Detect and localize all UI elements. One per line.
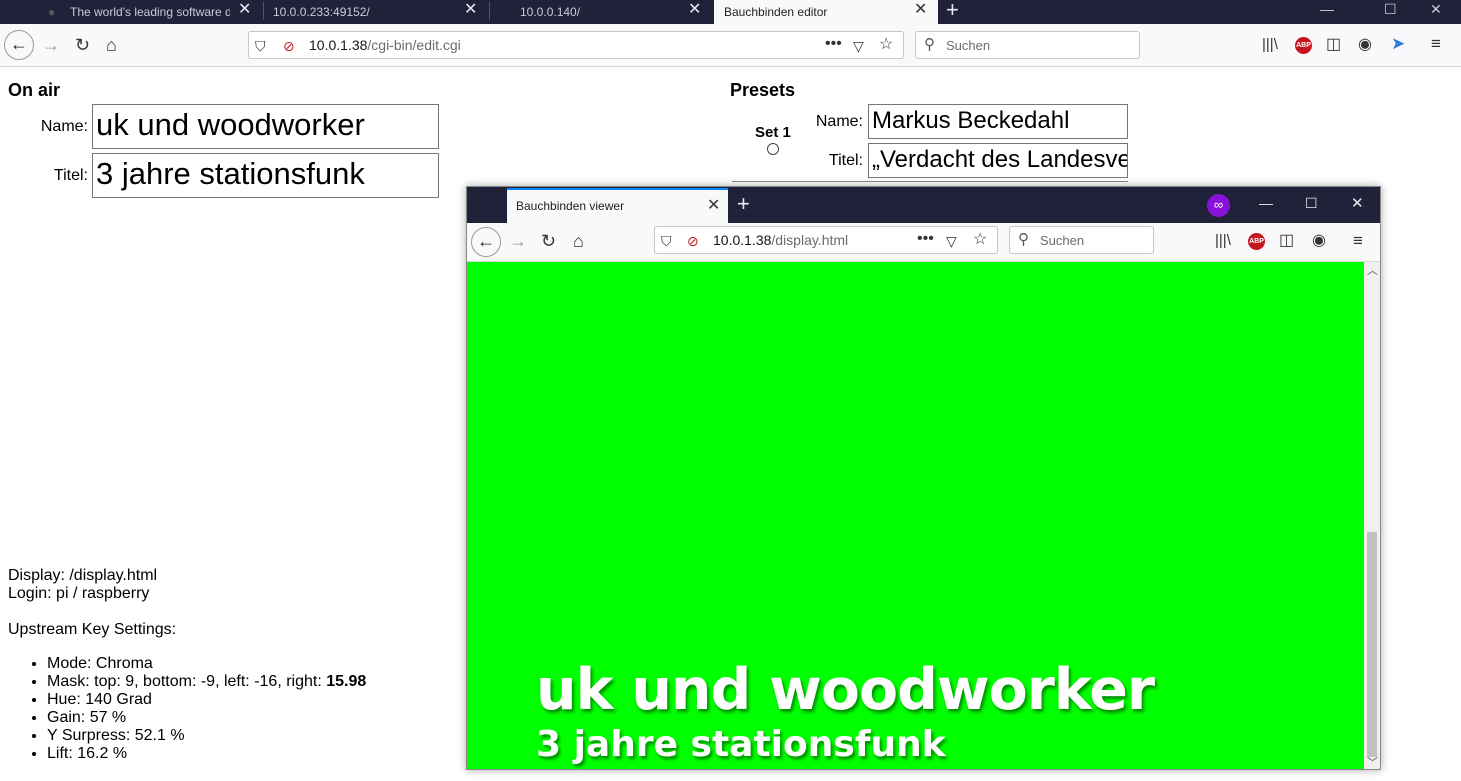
bookmark-star-icon[interactable]: ☆	[973, 230, 987, 250]
viewer-url-text: 10.0.1.38/display.html	[713, 232, 849, 248]
pocket-icon[interactable]: ▽	[853, 36, 864, 56]
list-item: Lift: 16.2 %	[47, 745, 366, 763]
viewer-scrollbar[interactable]: ︿ ﹀	[1364, 262, 1380, 769]
account-icon[interactable]: ◉	[1358, 35, 1372, 55]
tab-label: 10.0.0.233:49152/	[273, 5, 370, 19]
tab-10-0-0-233[interactable]: 10.0.0.233:49152/ ✕	[264, 0, 488, 24]
scrollbar-thumb[interactable]	[1367, 532, 1377, 757]
tab-bauchbinden-editor[interactable]: Bauchbinden editor ✕	[714, 0, 938, 24]
shield-icon[interactable]: ⛉	[255, 36, 266, 56]
viewer-search-box[interactable]: ⚲ Suchen	[1009, 226, 1154, 254]
maximize-icon[interactable]: ☐	[1305, 195, 1318, 212]
private-browsing-icon: ∞	[1207, 194, 1230, 217]
scroll-up-icon[interactable]: ︿	[1367, 262, 1378, 278]
tab-label: Bauchbinden editor	[724, 5, 828, 19]
github-icon: ●	[48, 5, 56, 19]
minimize-icon[interactable]: —	[1259, 195, 1273, 211]
account-icon[interactable]: ◉	[1312, 231, 1326, 251]
preset-name-input[interactable]: Markus Beckedahl	[868, 104, 1128, 139]
viewer-tab-bar: Bauchbinden viewer ✕ + ∞ — ☐ ✕	[467, 187, 1380, 223]
sidebar-icon[interactable]: ◫	[1279, 231, 1294, 251]
url-text: 10.0.1.38/cgi-bin/edit.cgi	[309, 37, 461, 53]
on-air-name-input[interactable]: uk und woodworker	[92, 104, 439, 149]
minimize-icon[interactable]: —	[1320, 0, 1334, 18]
list-item: Mode: Chroma	[47, 655, 366, 673]
preset-title-label: Titel:	[828, 152, 863, 169]
tab-label: The world's leading software de	[70, 5, 230, 19]
preset-set-label: Set 1	[755, 124, 791, 141]
back-button[interactable]: ←	[4, 30, 34, 60]
search-icon: ⚲	[1018, 231, 1029, 248]
insecure-lock-icon[interactable]: ⊘	[687, 231, 699, 251]
preset-name-label: Name:	[815, 113, 863, 130]
tab-10-0-0-140[interactable]: 10.0.0.140/ ✕	[490, 0, 714, 24]
on-air-title-input[interactable]: 3 jahre stationsfunk	[92, 153, 439, 198]
preset-set-1-radio[interactable]	[767, 143, 779, 155]
home-icon[interactable]: ⌂	[573, 231, 584, 251]
login-info: Login: pi / raspberry	[8, 585, 150, 602]
list-item: Gain: 57 %	[47, 709, 366, 727]
close-tab-icon[interactable]: ✕	[688, 0, 701, 20]
reload-icon[interactable]: ↻	[541, 231, 556, 251]
on-air-title-label: Titel:	[53, 167, 88, 184]
new-tab-icon[interactable]: +	[946, 0, 959, 22]
new-tab-icon[interactable]: +	[737, 191, 750, 217]
upstream-key-list: Mode: Chroma Mask: top: 9, bottom: -9, l…	[8, 655, 366, 763]
tab-label: Bauchbinden viewer	[516, 199, 625, 213]
upstream-key-heading: Upstream Key Settings:	[8, 621, 177, 638]
browser-tab-bar: ● The world's leading software de ✕ 10.0…	[0, 0, 1461, 24]
menu-icon[interactable]: ≡	[1353, 231, 1363, 251]
adblock-plus-icon[interactable]: ABP	[1248, 233, 1265, 250]
display-info: Display: /display.html	[8, 567, 158, 584]
tab-github[interactable]: ● The world's leading software de ✕	[40, 0, 262, 24]
sidebar-icon[interactable]: ◫	[1326, 35, 1341, 55]
viewer-navigation-toolbar: ← → ↻ ⌂ ⛉ ⊘ 10.0.1.38/display.html ••• ▽…	[467, 223, 1380, 262]
lower-third-name: uk und woodworker	[536, 657, 1155, 723]
shield-icon[interactable]: ⛉	[661, 231, 672, 251]
home-icon[interactable]: ⌂	[106, 35, 117, 55]
library-icon[interactable]: |||\	[1215, 231, 1231, 251]
list-item: Mask: top: 9, bottom: -9, left: -16, rig…	[47, 673, 366, 691]
search-icon: ⚲	[924, 36, 935, 53]
forward-icon[interactable]: →	[42, 35, 60, 55]
bookmark-star-icon[interactable]: ☆	[879, 35, 893, 55]
forward-icon[interactable]: →	[509, 231, 527, 251]
pocket-icon[interactable]: ▽	[946, 231, 957, 251]
lower-third-title: 3 jahre stationsfunk	[536, 724, 946, 765]
search-box[interactable]: ⚲ Suchen	[915, 31, 1140, 59]
tab-bauchbinden-viewer[interactable]: Bauchbinden viewer ✕	[507, 188, 728, 223]
extension-icon[interactable]: ➤	[1391, 34, 1405, 54]
search-placeholder: Suchen	[946, 38, 991, 53]
reload-icon[interactable]: ↻	[75, 35, 90, 55]
close-tab-icon[interactable]: ✕	[238, 0, 251, 20]
close-tab-icon[interactable]: ✕	[914, 0, 927, 20]
list-item: Hue: 140 Grad	[47, 691, 366, 709]
presets-heading: Presets	[730, 80, 796, 100]
scroll-down-icon[interactable]: ﹀	[1367, 754, 1378, 769]
close-tab-icon[interactable]: ✕	[707, 195, 720, 215]
navigation-toolbar: ← → ↻ ⌂ ⛉ ⊘ 10.0.1.38/cgi-bin/edit.cgi •…	[0, 24, 1461, 67]
list-item: Y Surpress: 52.1 %	[47, 727, 366, 745]
preset-title-input[interactable]: „Verdacht des Landesve	[868, 143, 1128, 178]
chroma-key-display: uk und woodworker 3 jahre stationsfunk	[467, 262, 1364, 769]
back-button[interactable]: ←	[471, 227, 501, 257]
page-actions-icon[interactable]: •••	[825, 34, 842, 54]
page-actions-icon[interactable]: •••	[917, 229, 934, 249]
close-window-icon[interactable]: ✕	[1430, 0, 1442, 18]
library-icon[interactable]: |||\	[1262, 35, 1278, 55]
viewer-window: Bauchbinden viewer ✕ + ∞ — ☐ ✕ ← → ↻ ⌂ ⛉…	[466, 186, 1381, 770]
close-window-icon[interactable]: ✕	[1351, 194, 1364, 212]
close-tab-icon[interactable]: ✕	[464, 0, 477, 20]
preset-divider	[732, 181, 1128, 182]
on-air-heading: On air	[8, 80, 61, 100]
insecure-lock-icon[interactable]: ⊘	[283, 36, 295, 56]
adblock-plus-icon[interactable]: ABP	[1295, 37, 1312, 54]
maximize-icon[interactable]: ☐	[1384, 0, 1397, 18]
url-bar[interactable]: ⛉ ⊘ 10.0.1.38/cgi-bin/edit.cgi ••• ▽ ☆	[248, 31, 904, 59]
search-placeholder: Suchen	[1040, 233, 1085, 248]
menu-icon[interactable]: ≡	[1431, 34, 1441, 54]
tab-label: 10.0.0.140/	[520, 5, 581, 19]
on-air-name-label: Name:	[40, 118, 88, 135]
viewer-url-bar[interactable]: ⛉ ⊘ 10.0.1.38/display.html ••• ▽ ☆	[654, 226, 998, 254]
